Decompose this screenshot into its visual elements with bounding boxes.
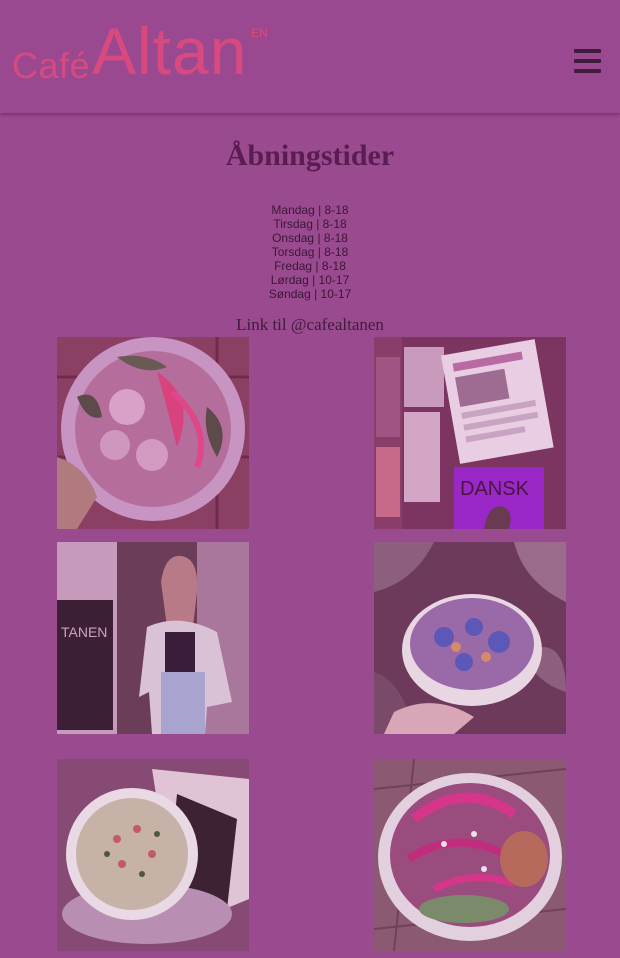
hours-friday: Fredag | 8-18 xyxy=(274,259,346,273)
woman-portrait-photo: TANEN xyxy=(57,542,249,734)
gallery-photo-flower-bowl[interactable] xyxy=(374,542,566,734)
newspaper-caption: DANSK xyxy=(460,478,530,500)
hours-tuesday: Tirsdag | 8-18 xyxy=(273,217,347,231)
menu-bar xyxy=(574,59,601,63)
instagram-link[interactable]: Link til @cafealtanen xyxy=(0,315,620,335)
logo-cafe-text: Café xyxy=(12,45,91,86)
hours-monday: Mandag | 8-18 xyxy=(271,203,349,217)
gallery-photo-newspapers[interactable]: DANSK xyxy=(374,337,566,529)
sign-text: TANEN xyxy=(61,624,107,640)
soup-bowl-photo xyxy=(57,759,249,951)
salad-bowl-photo xyxy=(57,337,249,529)
beet-salad-photo xyxy=(374,759,566,951)
opening-hours-list: Mandag | 8-18 Tirsdag | 8-18 Onsdag | 8-… xyxy=(0,203,620,301)
menu-bar xyxy=(574,69,601,73)
site-header: Café Altan EN xyxy=(0,0,620,113)
hamburger-menu-icon[interactable] xyxy=(574,49,601,74)
gallery-photo-salad[interactable] xyxy=(57,337,249,529)
menu-bar xyxy=(574,49,601,53)
hours-sunday: Søndag | 10-17 xyxy=(268,287,352,301)
gallery-photo-soup[interactable] xyxy=(57,759,249,951)
hours-thursday: Torsdag | 8-18 xyxy=(271,245,349,259)
gallery-photo-beet-salad[interactable] xyxy=(374,759,566,951)
logo-altan-text: Altan xyxy=(92,14,248,88)
language-switch-link[interactable]: EN xyxy=(251,26,268,40)
hours-saturday: Lørdag | 10-17 xyxy=(270,273,350,287)
hours-wednesday: Onsdag | 8-18 xyxy=(272,231,348,245)
flower-bowl-photo xyxy=(374,542,566,734)
newspapers-photo: DANSK xyxy=(374,337,566,529)
gallery-photo-portrait[interactable]: TANEN xyxy=(57,542,249,734)
opening-hours-title: Åbningstider xyxy=(225,139,395,172)
